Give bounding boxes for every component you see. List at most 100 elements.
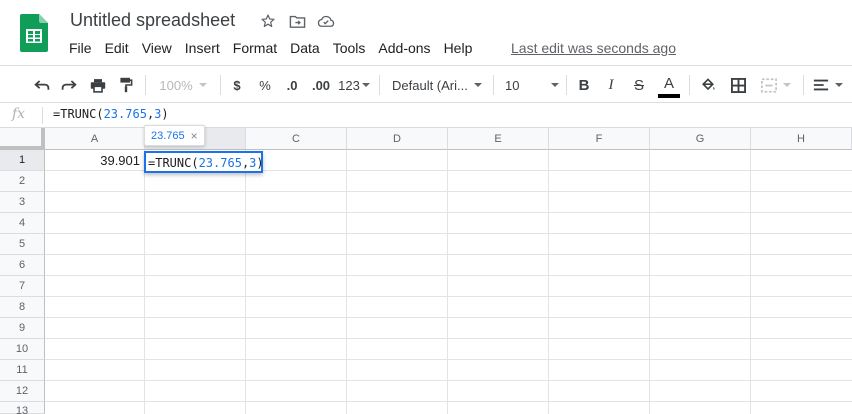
merge-chevron-down-icon [783, 83, 791, 87]
text-color-button[interactable]: A [657, 66, 681, 104]
toolbar-divider [689, 75, 690, 95]
grid-row-line [45, 380, 852, 381]
more-formats-label: 123 [338, 77, 360, 93]
size-chevron-down-icon [551, 83, 559, 87]
menu-format[interactable]: Format [233, 40, 277, 56]
tooltip-result-value: 23.765 [151, 129, 185, 142]
merge-cells-icon[interactable] [756, 66, 796, 104]
row-header-4[interactable]: 4 [0, 213, 45, 234]
text-color-swatch [658, 94, 680, 98]
menu-file[interactable]: File [69, 40, 92, 56]
toolbar-divider [493, 75, 494, 95]
grid-row-line [45, 191, 852, 192]
grid-col-line [750, 150, 751, 414]
decrease-decimal-button[interactable]: .0 [281, 66, 303, 104]
row-header-3[interactable]: 3 [0, 192, 45, 213]
grid-row-line [45, 401, 852, 402]
horizontal-align-icon[interactable] [810, 66, 846, 104]
select-all-corner[interactable] [0, 128, 45, 150]
cell-a1[interactable]: 39.901 [45, 150, 144, 171]
grid-row-line [45, 254, 852, 255]
formula-input[interactable]: =TRUNC(23.765,3) [53, 107, 169, 121]
close-icon[interactable]: × [191, 129, 198, 143]
grid-row-line [45, 296, 852, 297]
row-header-9[interactable]: 9 [0, 318, 45, 339]
menu-view[interactable]: View [142, 40, 172, 56]
cell-b1-editor[interactable]: =TRUNC(23.765,3) [144, 151, 263, 173]
last-edit-link[interactable]: Last edit was seconds ago [511, 40, 676, 56]
toolbar-divider [379, 75, 380, 95]
grid-col-line [245, 150, 246, 414]
row-header-8[interactable]: 8 [0, 297, 45, 318]
font-family-select[interactable]: Default (Ari... [392, 66, 486, 104]
strikethrough-button[interactable]: S [629, 66, 649, 104]
sheet-grid: A B C D E F G H 1 2 3 4 5 6 7 8 9 10 11 … [0, 128, 852, 414]
sheets-logo-icon[interactable] [20, 14, 48, 52]
toolbar-divider [145, 75, 146, 95]
borders-icon[interactable] [727, 66, 749, 104]
currency-button[interactable]: $ [227, 66, 247, 104]
bold-button[interactable]: B [574, 66, 594, 104]
menu-edit[interactable]: Edit [105, 40, 129, 56]
font-size-select[interactable]: 10 [505, 66, 559, 104]
row-header-10[interactable]: 10 [0, 339, 45, 360]
font-size-value: 10 [505, 77, 520, 93]
row-header-6[interactable]: 6 [0, 255, 45, 276]
title-actions [258, 11, 336, 31]
editor-arg-number: 23.765 [198, 156, 242, 170]
column-header-a[interactable]: A [45, 128, 145, 150]
redo-icon[interactable] [57, 66, 81, 104]
more-formats-button[interactable]: 123 [337, 66, 371, 104]
row-header-7[interactable]: 7 [0, 276, 45, 297]
menu-data[interactable]: Data [290, 40, 320, 56]
menu-help[interactable]: Help [444, 40, 473, 56]
toolbar-divider [566, 75, 567, 95]
column-header-e[interactable]: E [448, 128, 549, 150]
menu-insert[interactable]: Insert [185, 40, 220, 56]
row-header-2[interactable]: 2 [0, 171, 45, 192]
increase-decimal-label: .00 [311, 77, 331, 93]
editor-prefix: =TRUNC( [148, 156, 199, 170]
grid-row-line [45, 233, 852, 234]
grid-row-line [45, 359, 852, 360]
row-header-11[interactable]: 11 [0, 360, 45, 381]
font-family-value: Default (Ari... [392, 77, 468, 93]
print-icon[interactable] [86, 66, 110, 104]
align-chevron-down-icon [835, 83, 843, 87]
grid-row-line [45, 338, 852, 339]
toolbar: 100% $ % .0 .00 123 Default (Ari... 10 B… [0, 65, 852, 103]
row-header-1[interactable]: 1 [0, 150, 45, 171]
decrease-decimal-label: .0 [286, 77, 298, 93]
fill-color-icon[interactable] [697, 66, 719, 104]
percent-button[interactable]: % [255, 66, 275, 104]
increase-decimal-button[interactable]: .00 [308, 66, 334, 104]
formula-prefix: =TRUNC( [53, 107, 104, 121]
undo-icon[interactable] [30, 66, 54, 104]
app-header: Untitled spreadsheet File Edit View Inse… [0, 0, 852, 64]
document-title[interactable]: Untitled spreadsheet [70, 10, 235, 31]
row-header-5[interactable]: 5 [0, 234, 45, 255]
menu-add-ons[interactable]: Add-ons [378, 40, 430, 56]
star-icon[interactable] [258, 11, 278, 31]
formula-bar-divider [42, 107, 43, 124]
text-color-label: A [663, 75, 674, 92]
italic-button[interactable]: I [601, 66, 621, 104]
zoom-select[interactable]: 100% [152, 66, 214, 104]
column-header-h[interactable]: H [751, 128, 852, 150]
grid-col-line [649, 150, 650, 414]
paint-format-icon[interactable] [114, 66, 138, 104]
formula-result-tooltip: 23.765 × [144, 125, 205, 146]
zoom-chevron-down-icon [198, 83, 207, 87]
menu-tools[interactable]: Tools [333, 40, 366, 56]
row-header-12[interactable]: 12 [0, 381, 45, 402]
column-header-g[interactable]: G [650, 128, 751, 150]
column-header-c[interactable]: C [246, 128, 347, 150]
column-header-d[interactable]: D [347, 128, 448, 150]
row-header-13[interactable]: 13 [0, 402, 45, 414]
move-folder-icon[interactable] [287, 11, 307, 31]
grid-col-line [447, 150, 448, 414]
cloud-saved-icon[interactable] [316, 11, 336, 31]
column-header-f[interactable]: F [549, 128, 650, 150]
font-chevron-down-icon [473, 83, 482, 87]
fx-icon: fx [12, 106, 26, 122]
